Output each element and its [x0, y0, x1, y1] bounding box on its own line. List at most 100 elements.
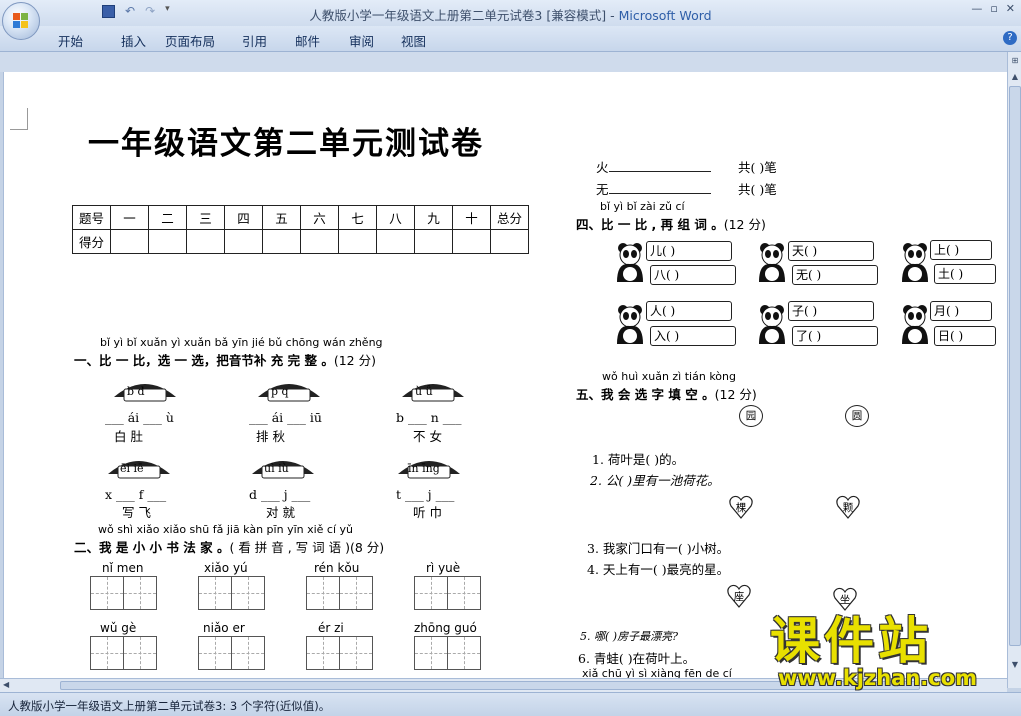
word-pair-box[interactable]: 无( ): [792, 265, 878, 285]
word-pair-box[interactable]: 日( ): [934, 326, 996, 346]
section5-pinyin: wǒ huì xuǎn zì tián kòng: [602, 370, 736, 383]
tab-insert[interactable]: 插入: [121, 31, 165, 50]
word-pair-box[interactable]: 儿( ): [646, 241, 732, 261]
choice-oval: 园: [739, 405, 763, 427]
ribbon: 开始 插入 页面布局 引用 邮件 审阅 视图 ?: [0, 26, 1021, 52]
status-bar: 人教版小学一年级语文上册第二单元试卷3: 3 个字符(近似值)。: [0, 692, 1021, 716]
mushroom-chars: 写 飞: [122, 505, 151, 520]
heart-choice: 座: [726, 583, 752, 609]
answer-line: [609, 193, 711, 194]
word-pair-box[interactable]: 月( ): [930, 301, 992, 321]
mushroom-label: ēi iē: [120, 462, 144, 475]
mushroom-icon: [114, 384, 176, 402]
mushroom-blanks: ___ ái ___ ù: [105, 410, 174, 425]
word-pinyin: xiǎo yú: [204, 561, 248, 575]
stroke-count: 共( )笔: [738, 182, 777, 197]
writing-grid: [306, 636, 373, 670]
mushroom-blanks: d ___ j ___: [249, 487, 311, 502]
stroke-line-char: 无: [596, 182, 609, 197]
title-bar: ↶ ↷ ▾ 人教版小学一年级语文上册第二单元试卷3 [兼容模式] - Micro…: [0, 0, 1021, 26]
site-watermark: 课件站 www.kjzhan.com: [770, 614, 1002, 690]
help-icon[interactable]: ?: [1003, 31, 1017, 45]
panda-icon: [902, 305, 928, 344]
section2-heading: 二、我 是 小 小 书 法 家 。( 看 拼 音 , 写 词 语 )(8 分): [74, 540, 385, 555]
watermark-url: www.kjzhan.com: [778, 666, 978, 690]
tab-mailings[interactable]: 邮件: [295, 31, 349, 50]
word-pinyin: rì yuè: [426, 561, 461, 575]
word-pair-box[interactable]: 子( ): [788, 301, 874, 321]
section5-heading: 五、我 会 选 字 填 空 。(12 分): [576, 387, 757, 402]
panda-icon: [759, 243, 785, 282]
word-pair-box[interactable]: 天( ): [788, 241, 874, 261]
office-button[interactable]: [2, 2, 40, 40]
heart-choice: 棵: [728, 494, 754, 520]
word-pinyin: wǔ gè: [100, 621, 137, 635]
question-2: 2. 公( )里有一池荷花。: [590, 473, 720, 488]
word-pair-box[interactable]: 八( ): [650, 265, 736, 285]
writing-grid: [90, 636, 157, 670]
tab-references[interactable]: 引用: [242, 31, 295, 50]
tab-view[interactable]: 视图: [401, 31, 441, 50]
word-pair-box[interactable]: 上( ): [930, 240, 992, 260]
section1-heading: 一、比 一 比，选 一 选，把音节补 充 完 整 。(12 分): [74, 353, 376, 368]
office-logo-icon: [13, 13, 29, 29]
panda-icon: [902, 243, 928, 282]
panda-icon: [759, 305, 785, 344]
mushroom-label: p q: [271, 385, 289, 398]
question-5: 5. 哪( )房子最漂亮?: [580, 630, 678, 643]
tab-page-layout[interactable]: 页面布局: [165, 31, 242, 50]
mushroom-label: uì iù: [264, 462, 289, 475]
writing-grid: [414, 576, 481, 610]
word-pair-box[interactable]: 人( ): [646, 301, 732, 321]
status-text: 人教版小学一年级语文上册第二单元试卷3: 3 个字符(近似值)。: [8, 699, 331, 713]
watermark-title: 课件站: [770, 612, 932, 670]
close-icon[interactable]: ✕: [1006, 2, 1015, 15]
mushroom-label: b d: [127, 385, 145, 398]
heart-choice: 颗: [835, 494, 861, 520]
word-pinyin: zhōng guó: [414, 621, 477, 635]
mushroom-blanks: ___ ái ___ iū: [249, 410, 322, 425]
mushroom-blanks: b ___ n ___: [396, 410, 462, 425]
writing-grid: [198, 636, 265, 670]
maximize-icon[interactable]: ▫: [990, 2, 997, 15]
minimize-icon[interactable]: —: [971, 2, 982, 15]
panda-icon: [617, 305, 643, 344]
writing-grid: [306, 576, 373, 610]
mushroom-blanks: x ___ f ___: [105, 487, 167, 502]
word-pinyin: nǐ men: [102, 561, 144, 575]
mushroom-chars: 对 就: [266, 505, 295, 520]
table-row: 题号 一 二 三 四 五 六 七 八 九 十 总分: [72, 205, 529, 230]
word-pinyin: rén kǒu: [314, 561, 360, 575]
question-4: 4. 天上有一( )最亮的星。: [587, 562, 730, 577]
scroll-down-icon[interactable]: ▼: [1009, 660, 1021, 672]
window-title: 人教版小学一年级语文上册第二单元试卷3 [兼容模式] - Microsoft W…: [309, 8, 712, 23]
vertical-scrollbar[interactable]: ⊞ ▲ ▼: [1007, 52, 1021, 688]
scroll-up-icon[interactable]: ▲: [1009, 72, 1021, 84]
stroke-count: 共( )笔: [738, 160, 777, 175]
scroll-thumb[interactable]: [1009, 86, 1021, 646]
exam-title: 一年级语文第二单元测试卷: [88, 126, 484, 162]
word-pair-box[interactable]: 了( ): [792, 326, 878, 346]
word-pair-box[interactable]: 土( ): [934, 264, 996, 284]
question-3: 3. 我家门口有一( )小树。: [587, 541, 730, 556]
question-1: 1. 荷叶是( )的。: [592, 452, 685, 467]
mushroom-chars: 排 秋: [256, 429, 285, 444]
word-pair-box[interactable]: 入( ): [650, 326, 736, 346]
ruler-area: [0, 52, 1007, 72]
ruler-toggle-icon[interactable]: ⊞: [1009, 56, 1021, 68]
mushroom-chars: 听 巾: [413, 505, 442, 520]
tab-review[interactable]: 审阅: [349, 31, 401, 50]
heart-choice: 坐: [832, 586, 858, 612]
mushroom-label: īn īng: [408, 462, 440, 475]
section4-pinyin: bǐ yì bǐ zài zǔ cí: [600, 200, 685, 213]
mushroom-icon: [258, 384, 320, 402]
tab-home[interactable]: 开始: [58, 31, 121, 50]
margin-corner-mark: [10, 108, 28, 130]
choice-oval: 圆: [845, 405, 869, 427]
window-controls: — ▫ ✕: [971, 2, 1015, 15]
document-title: 人教版小学一年级语文上册第二单元试卷3 [兼容模式]: [309, 8, 607, 23]
scroll-left-icon[interactable]: ◀: [3, 680, 9, 689]
section1-pinyin: bǐ yì bǐ xuǎn yì xuǎn bǎ yīn jié bǔ chōn…: [100, 336, 383, 349]
writing-grid: [90, 576, 157, 610]
mushroom-blanks: t ___ j ___: [396, 487, 455, 502]
